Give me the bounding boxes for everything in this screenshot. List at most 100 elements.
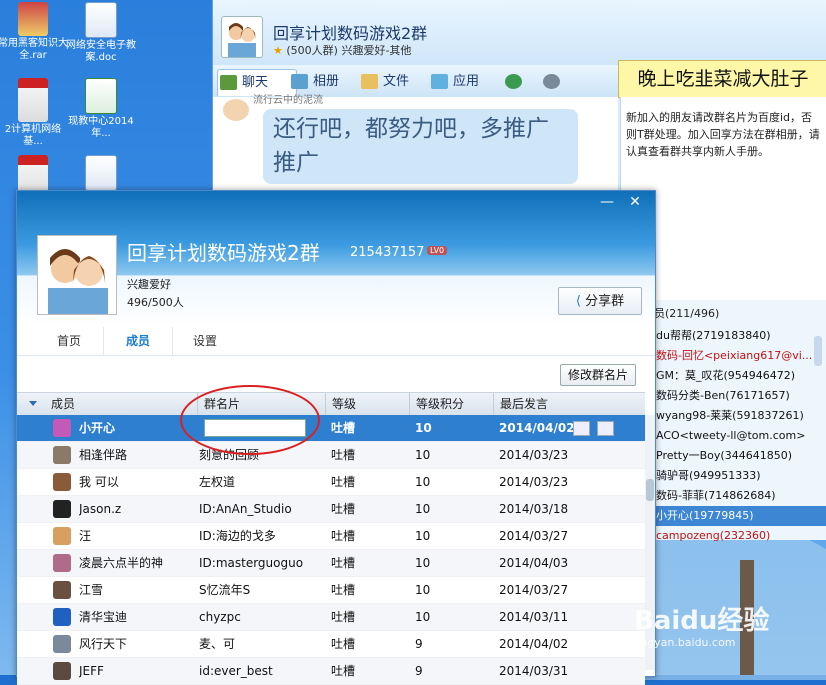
member-points: 10 <box>415 529 431 543</box>
profile-card-icon[interactable] <box>597 421 614 436</box>
table-row[interactable]: 凌晨六点半的神 ID:masterguoguo 吐槽 10 2014/04/03 <box>17 550 645 577</box>
member-list-item[interactable]: 数码分类-Ben(76171657) <box>652 386 826 406</box>
member-points: 10 <box>415 475 431 489</box>
scrollbar-thumb[interactable] <box>646 479 654 501</box>
tab-files[interactable]: 文件 <box>359 69 409 95</box>
online-member-list: 员(211/496) du帮帮(2719183840) 数码-回忆<peixian… <box>652 300 826 542</box>
member-list-scrollbar[interactable] <box>814 336 822 366</box>
table-row[interactable]: 相逢伴路 刻意的回顾 吐槽 10 2014/03/23 <box>17 442 645 469</box>
member-last-post: 2014/04/02 <box>499 637 569 651</box>
group-avatar-large[interactable] <box>37 235 117 315</box>
desktop-icon-label: 2计算机网络基... <box>4 124 62 147</box>
member-points: 10 <box>415 556 431 570</box>
table-row[interactable]: 清华宝迪 chyzpc 吐槽 10 2014/03/11 <box>17 604 645 631</box>
table-row[interactable]: 小开心 吐槽 10 2014/04/02 <box>17 415 645 442</box>
member-list-item[interactable]: 数码-菲菲(714862684) <box>652 486 826 506</box>
col-member[interactable]: 成员 <box>45 393 197 415</box>
close-button[interactable]: ✕ <box>625 193 645 211</box>
member-avatar <box>53 662 71 680</box>
member-points: 10 <box>415 448 431 462</box>
baidu-watermark: Baidu经验 <box>634 606 770 636</box>
table-row[interactable]: 我 可以 左权道 吐槽 10 2014/03/23 <box>17 469 645 496</box>
sort-arrow-icon[interactable] <box>29 401 37 406</box>
member-avatar <box>53 419 71 437</box>
gear-icon <box>543 74 560 89</box>
minimize-button[interactable]: — <box>597 193 617 211</box>
member-last-post: 2014/04/02 <box>499 421 575 435</box>
add-member-button[interactable] <box>503 69 527 95</box>
member-list-item[interactable]: 数码-回忆<peixiang617@vi... <box>652 346 826 366</box>
member-list-item[interactable]: ACO<tweety-ll@tom.com> <box>652 426 826 446</box>
member-points: 9 <box>415 664 423 678</box>
member-level: 吐槽 <box>331 583 356 597</box>
desktop-icon-label: 网络安全电子教案.doc <box>66 40 136 63</box>
col-last-post[interactable]: 最后发言 <box>493 393 645 415</box>
edit-icon[interactable] <box>573 421 590 436</box>
member-list-item[interactable]: GM：莫_叹花(954946472) <box>652 366 826 386</box>
member-list-item[interactable]: 小开心(19779845) <box>652 506 826 526</box>
member-list-header: 员(211/496) <box>654 307 720 320</box>
member-last-post: 2014/03/27 <box>499 529 569 543</box>
col-points[interactable]: 等级积分 <box>409 393 493 415</box>
pdf-file-icon <box>18 78 48 122</box>
member-last-post: 2014/03/18 <box>499 502 569 516</box>
desktop-icon-label: 常用黑客知识大全.rar <box>0 38 68 61</box>
chat-subtitle-text: (500人群) 兴趣爱好-其他 <box>286 44 412 57</box>
settings-button[interactable] <box>541 69 565 95</box>
table-row[interactable]: 江雪 S忆流年S 吐槽 10 2014/03/27 <box>17 577 645 604</box>
member-list-item[interactable]: campozeng(232360) <box>652 526 826 546</box>
desktop-icon-xls[interactable]: 现教中心2014年... <box>66 78 136 140</box>
member-points: 10 <box>415 583 431 597</box>
share-group-button[interactable]: ⟨ 分享群 <box>558 287 642 315</box>
member-name: 江雪 <box>79 583 104 597</box>
col-level[interactable]: 等级 <box>325 393 409 415</box>
member-avatar <box>53 527 71 545</box>
member-level: 吐槽 <box>331 475 356 489</box>
member-list-item[interactable]: Pretty一Boy(344641850) <box>652 446 826 466</box>
share-label: 分享群 <box>585 294 625 309</box>
modify-card-button[interactable]: 修改群名片 <box>560 364 636 386</box>
member-table-header: 成员 群名片 等级 等级积分 最后发言 <box>17 392 645 416</box>
table-row[interactable]: 汪 ID:海边的戈多 吐槽 10 2014/03/27 <box>17 523 645 550</box>
tab-members[interactable]: 成员 <box>103 327 173 355</box>
member-level: 吐槽 <box>331 610 356 624</box>
member-last-post: 2014/03/31 <box>499 664 569 678</box>
group-id: 215437157 <box>350 245 425 260</box>
member-last-post: 2014/03/23 <box>499 448 569 462</box>
member-points: 10 <box>415 502 431 516</box>
member-list-item[interactable]: 骑驴哥(949951333) <box>652 466 826 486</box>
member-name: 风行天下 <box>79 637 128 651</box>
member-last-post: 2014/03/23 <box>499 475 569 489</box>
apps-grid-icon <box>431 74 448 89</box>
desktop-icon-doc-2[interactable] <box>66 155 136 193</box>
member-table-body: 小开心 吐槽 10 2014/04/02 相逢伴路 刻意的回顾 吐槽 10 2014/03/23… <box>17 415 645 685</box>
member-avatar <box>53 635 71 653</box>
table-row[interactable]: Jason.z ID:AnAn_Studio 吐槽 10 2014/03/18 <box>17 496 645 523</box>
chat-group-subtitle: ★ (500人群) 兴趣爱好-其他 <box>273 42 411 58</box>
member-points: 10 <box>415 610 431 624</box>
group-avatar[interactable] <box>221 16 263 58</box>
tab-settings[interactable]: 设置 <box>171 327 239 355</box>
table-row[interactable]: 风行天下 麦、可 吐槽 9 2014/04/02 <box>17 631 645 658</box>
tab-label: 应用 <box>453 74 480 89</box>
member-list-item[interactable]: wyang98-莱莱(591837261) <box>652 406 826 426</box>
table-row[interactable]: JEFF id:ever_best 吐槽 9 2014/03/31 <box>17 658 645 685</box>
member-avatar <box>53 500 71 518</box>
chat-icon <box>220 75 237 90</box>
member-name: 凌晨六点半的神 <box>79 556 164 570</box>
desktop-icon-pdf[interactable]: 2计算机网络基... <box>0 78 68 148</box>
chat-group-title: 回享计划数码游戏2群 <box>273 24 428 43</box>
tab-apps[interactable]: 应用 <box>429 69 479 95</box>
member-avatar <box>53 554 71 572</box>
tab-label: 文件 <box>383 74 410 89</box>
member-list-item[interactable]: du帮帮(2719183840) <box>652 326 826 346</box>
member-card: ID:masterguoguo <box>199 556 304 570</box>
sender-avatar <box>223 99 249 121</box>
member-avatar <box>53 446 71 464</box>
desktop-icon-doc[interactable]: 网络安全电子教案.doc <box>66 2 136 64</box>
member-level: 吐槽 <box>331 529 356 543</box>
tab-home[interactable]: 首页 <box>35 327 103 355</box>
member-points: 9 <box>415 637 423 651</box>
member-level: 吐槽 <box>331 664 356 678</box>
desktop-icon-rar[interactable]: 常用黑客知识大全.rar <box>0 2 68 62</box>
